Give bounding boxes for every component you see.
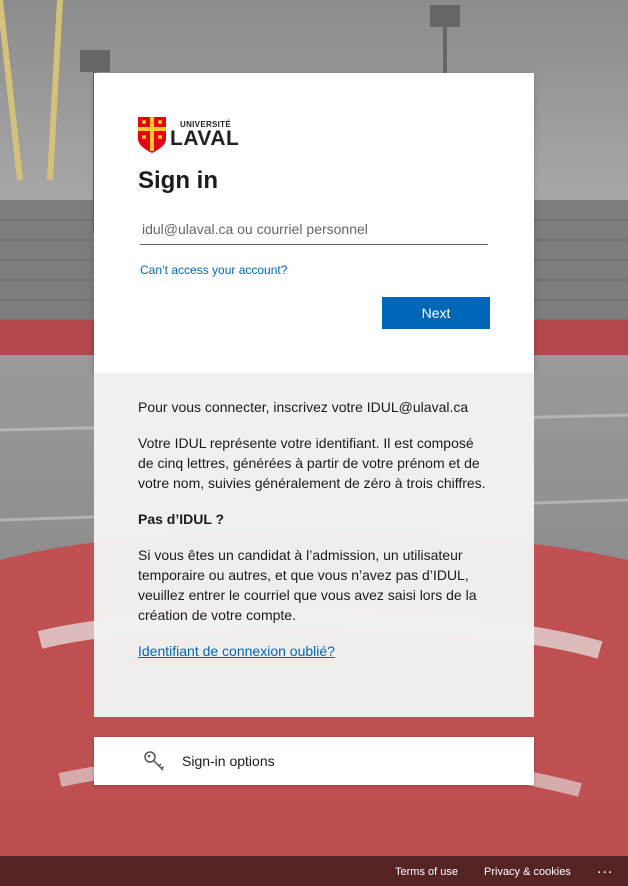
privacy-cookies-link[interactable]: Privacy & cookies (484, 866, 571, 878)
next-button[interactable]: Next (382, 297, 490, 329)
logo-line2: LAVAL (170, 127, 240, 150)
signin-card: UNIVERSITÉ LAVAL Sign in Can’t access yo… (94, 73, 534, 373)
info-no-idul-heading: Pas d’IDUL ? (138, 511, 225, 527)
more-options-button[interactable]: ... (597, 860, 613, 878)
info-no-idul-text: Si vous êtes un candidat à l’admission, … (138, 547, 477, 623)
signin-options-button[interactable]: Sign-in options (94, 737, 534, 785)
terms-of-use-link[interactable]: Terms of use (395, 866, 458, 878)
forgot-identifier-link[interactable]: Identifiant de connexion oublié? (138, 643, 335, 659)
page-title: Sign in (138, 167, 218, 194)
laval-crest-icon (138, 117, 166, 153)
footer: Terms of use Privacy & cookies ... (0, 856, 628, 886)
signin-options-label: Sign-in options (182, 753, 275, 769)
info-instruction: Pour vous connecter, inscrivez votre IDU… (138, 399, 469, 415)
key-icon (144, 751, 165, 771)
universite-laval-logo: UNIVERSITÉ LAVAL (138, 117, 239, 153)
info-idul-description: Votre IDUL représente votre identifiant.… (138, 435, 486, 491)
cant-access-account-link[interactable]: Can’t access your account? (140, 263, 287, 277)
info-panel: Pour vous connecter, inscrivez votre IDU… (94, 373, 534, 717)
email-input[interactable] (140, 214, 488, 245)
